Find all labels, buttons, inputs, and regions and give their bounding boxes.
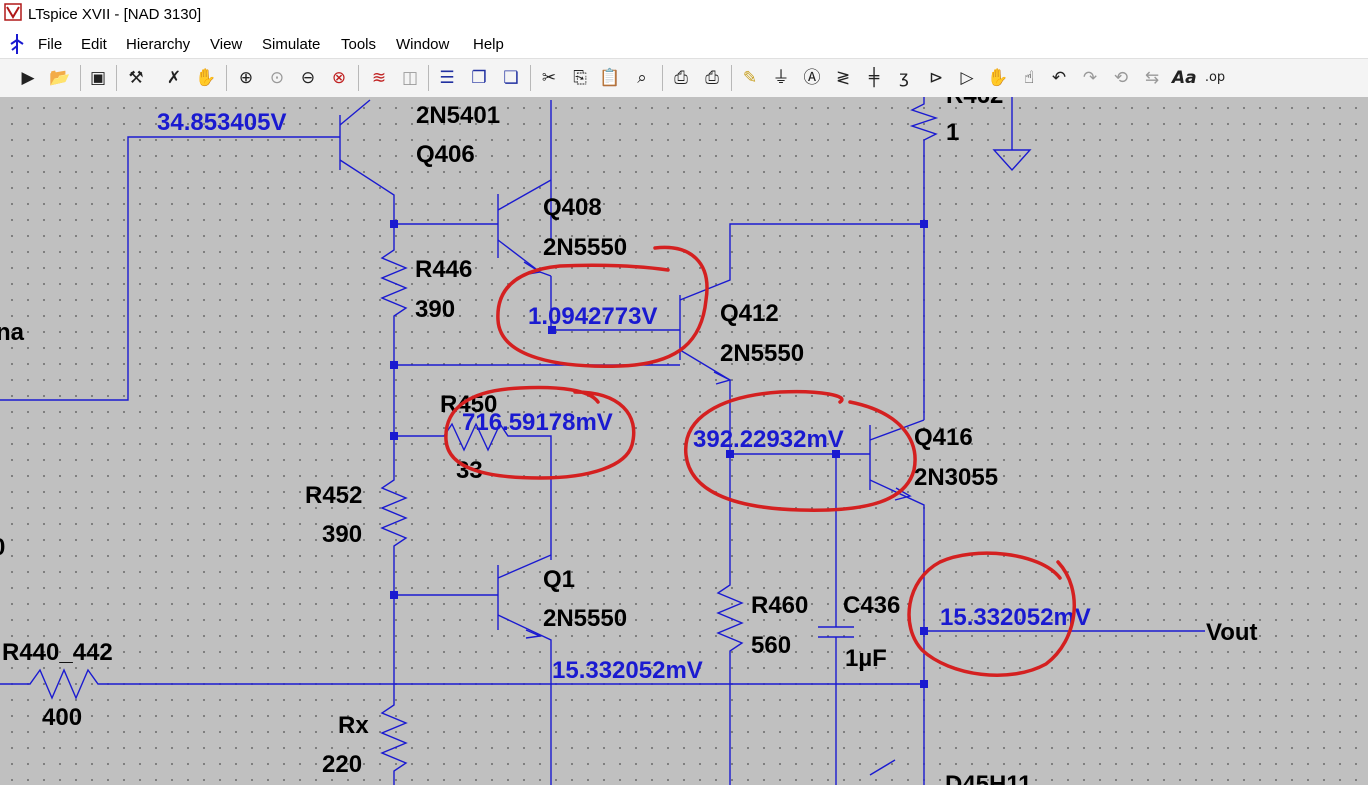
menu-view[interactable]: View (210, 36, 242, 53)
spice-directive-icon[interactable]: .op (1203, 66, 1227, 90)
menu-window[interactable]: Window (396, 36, 449, 53)
text-icon[interactable]: Aa (1172, 66, 1197, 90)
redo-icon[interactable]: ↷ (1078, 66, 1102, 90)
print-setup-icon[interactable]: ⎙ (700, 66, 724, 90)
schematic-drawing[interactable]: 2N5401 Q406 R462 1 Q408 2N5550 R446 390 … (0, 97, 1368, 785)
toolbar-separator (731, 65, 732, 91)
r440-value: 400 (42, 704, 82, 731)
menu-hierarchy[interactable]: Hierarchy (126, 36, 190, 53)
find-icon[interactable]: ⌕ (630, 66, 654, 90)
q412-name: Q412 (720, 300, 779, 327)
r446-name: R446 (415, 256, 472, 283)
menu-tools[interactable]: Tools (341, 36, 376, 53)
diode-icon[interactable]: ⊳ (924, 66, 948, 90)
window-title: LTspice XVII - [NAD 3130] (28, 6, 202, 23)
hammer-icon[interactable]: ⚒ (124, 66, 148, 90)
cascade-icon[interactable]: ❐ (467, 66, 491, 90)
toolbar-separator (226, 65, 227, 91)
vout-label: Vout (1206, 619, 1258, 646)
left-edge-label-a: na (0, 319, 25, 346)
menu-simulate[interactable]: Simulate (262, 36, 320, 53)
zoom-in-icon[interactable]: ⊕ (234, 66, 258, 90)
voltage-r450: 716.59178mV (462, 409, 613, 436)
c436-name: C436 (843, 592, 900, 619)
paste-icon[interactable]: 📋 (598, 66, 622, 90)
toolbar: ▶ 📂 ▣ ⚒ ✗ ✋ ⊕ ⊙ ⊖ ⊗ ≋ ◫ ☰ ❐ ❏ ✂ ⎘ 📋 ⌕ ⎙ … (0, 58, 1368, 98)
toolbar-separator (80, 65, 81, 91)
q1-model: 2N5550 (543, 605, 627, 632)
component-icon[interactable]: ▷ (955, 66, 979, 90)
schematic-canvas[interactable]: 2N5401 Q406 R462 1 Q408 2N5550 R446 390 … (0, 97, 1368, 785)
r440-name: R440_442 (2, 639, 113, 666)
zoom-cancel-icon[interactable]: ⊗ (327, 66, 351, 90)
q416-name: Q416 (914, 424, 973, 451)
r452-value: 390 (322, 521, 362, 548)
print-icon[interactable]: ⎙ (669, 66, 693, 90)
toolbar-separator (358, 65, 359, 91)
label-net-icon[interactable]: Ⓐ (800, 66, 824, 90)
hand-icon[interactable]: ✋ (194, 66, 218, 90)
rx-name: Rx (338, 712, 369, 739)
toolbar-separator (530, 65, 531, 91)
r460-value: 560 (751, 632, 791, 659)
drag-icon[interactable]: ☝ (1017, 66, 1041, 90)
ltspice-app-icon (4, 3, 22, 21)
tile-horizontal-icon[interactable]: ☰ (435, 66, 459, 90)
menu-bar: File Edit Hierarchy View Simulate Tools … (0, 30, 1368, 58)
left-edge-label-b: 0 (0, 534, 5, 561)
menu-file[interactable]: File (38, 36, 62, 53)
r452-name: R452 (305, 482, 362, 509)
rx-value: 220 (322, 751, 362, 778)
q416-model: 2N3055 (914, 464, 998, 491)
r462-name: R462 (946, 97, 1003, 109)
schematic-doc-icon[interactable] (6, 32, 28, 56)
copy-icon[interactable]: ⎘ (568, 66, 592, 90)
zoom-full-icon[interactable]: ⊙ (265, 66, 289, 90)
q408-model: 2N5550 (543, 234, 627, 261)
cut-icon[interactable]: ✂ (537, 66, 561, 90)
voltage-vout: 15.332052mV (940, 604, 1091, 631)
q406-model: 2N5401 (416, 102, 500, 129)
r462-value: 1 (946, 119, 959, 146)
open-icon[interactable]: 📂 (48, 66, 72, 90)
zoom-out-icon[interactable]: ⊖ (296, 66, 320, 90)
c436-value: 1µF (845, 645, 887, 672)
resistor-icon[interactable]: ≷ (831, 66, 855, 90)
toolbar-separator (116, 65, 117, 91)
d45h11-label: D45H11 (945, 771, 1032, 785)
voltage-q412-base: 1.0942773V (528, 303, 657, 330)
probe-icon[interactable]: ✗ (162, 66, 186, 90)
voltage-q406-base: 34.853405V (157, 109, 286, 136)
plot-icon[interactable]: ≋ (367, 66, 391, 90)
mirror-icon[interactable]: ⇆ (1140, 66, 1164, 90)
inductor-icon[interactable]: ʒ (892, 66, 916, 90)
r446-value: 390 (415, 296, 455, 323)
undo-icon[interactable]: ↶ (1047, 66, 1071, 90)
q1-name: Q1 (543, 566, 575, 593)
rotate-icon[interactable]: ⟲ (1109, 66, 1133, 90)
capacitor-icon[interactable]: ╪ (862, 66, 886, 90)
toolbar-separator (662, 65, 663, 91)
toolbar-separator (428, 65, 429, 91)
q406-name: Q406 (416, 141, 475, 168)
pencil-icon[interactable]: ✎ (738, 66, 762, 90)
move-icon[interactable]: ✋ (986, 66, 1010, 90)
voltage-q1-emitter: 15.332052mV (552, 657, 703, 684)
voltage-q416-base: 392.22932mV (693, 426, 844, 453)
menu-edit[interactable]: Edit (81, 36, 107, 53)
title-bar: LTspice XVII - [NAD 3130] (0, 0, 1368, 31)
tile-vertical-icon[interactable]: ❏ (499, 66, 523, 90)
ground-icon[interactable]: ⏚ (769, 66, 793, 90)
r460-name: R460 (751, 592, 808, 619)
run-icon[interactable]: ▶ (16, 66, 40, 90)
menu-help[interactable]: Help (473, 36, 504, 53)
q408-name: Q408 (543, 194, 602, 221)
save-icon[interactable]: ▣ (86, 66, 110, 90)
q412-model: 2N5550 (720, 340, 804, 367)
plot-settings-icon[interactable]: ◫ (398, 66, 422, 90)
